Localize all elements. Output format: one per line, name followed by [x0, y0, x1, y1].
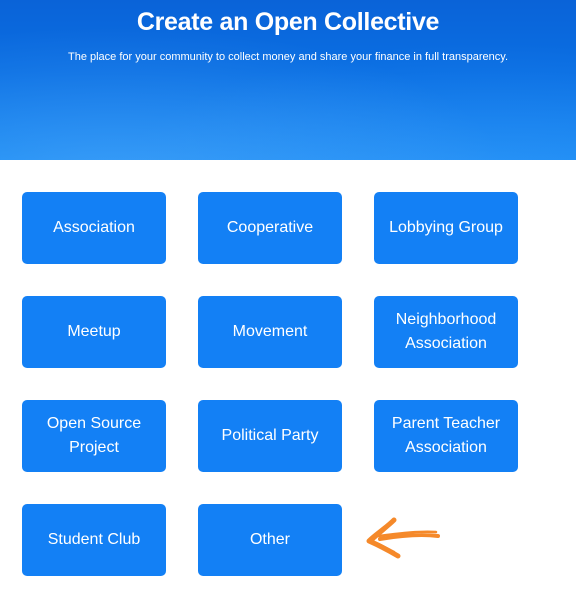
- category-label: Parent Teacher Association: [391, 415, 501, 456]
- category-button-open-source-project[interactable]: Open Source Project: [22, 400, 166, 472]
- category-button-parent-teacher-association[interactable]: Parent Teacher Association: [374, 400, 518, 472]
- category-button-student-club[interactable]: Student Club: [22, 504, 166, 576]
- hero-banner: Create an Open Collective The place for …: [0, 0, 576, 160]
- category-label: Open Source Project: [46, 415, 142, 456]
- category-button-movement[interactable]: Movement: [198, 296, 342, 368]
- hand-drawn-arrow-left-icon: [366, 517, 440, 559]
- category-button-meetup[interactable]: Meetup: [22, 296, 166, 368]
- category-button-political-party[interactable]: Political Party: [198, 400, 342, 472]
- category-label: Neighborhood Association: [395, 311, 497, 352]
- category-label: Meetup: [67, 323, 121, 340]
- category-label: Cooperative: [226, 219, 314, 236]
- category-label: Political Party: [221, 427, 319, 444]
- page-title: Create an Open Collective: [136, 8, 440, 36]
- category-label: Other: [249, 531, 290, 548]
- category-label: Lobbying Group: [389, 219, 503, 236]
- category-label: Association: [53, 219, 135, 236]
- category-button-cooperative[interactable]: Cooperative: [198, 192, 342, 264]
- category-label: Student Club: [47, 531, 141, 548]
- page-subtitle: The place for your community to collect …: [67, 51, 508, 63]
- category-button-neighborhood-association[interactable]: Neighborhood Association: [374, 296, 518, 368]
- category-button-lobbying-group[interactable]: Lobbying Group: [374, 192, 518, 264]
- category-button-association[interactable]: Association: [22, 192, 166, 264]
- category-button-other[interactable]: Other: [198, 504, 342, 576]
- category-label: Movement: [232, 323, 308, 340]
